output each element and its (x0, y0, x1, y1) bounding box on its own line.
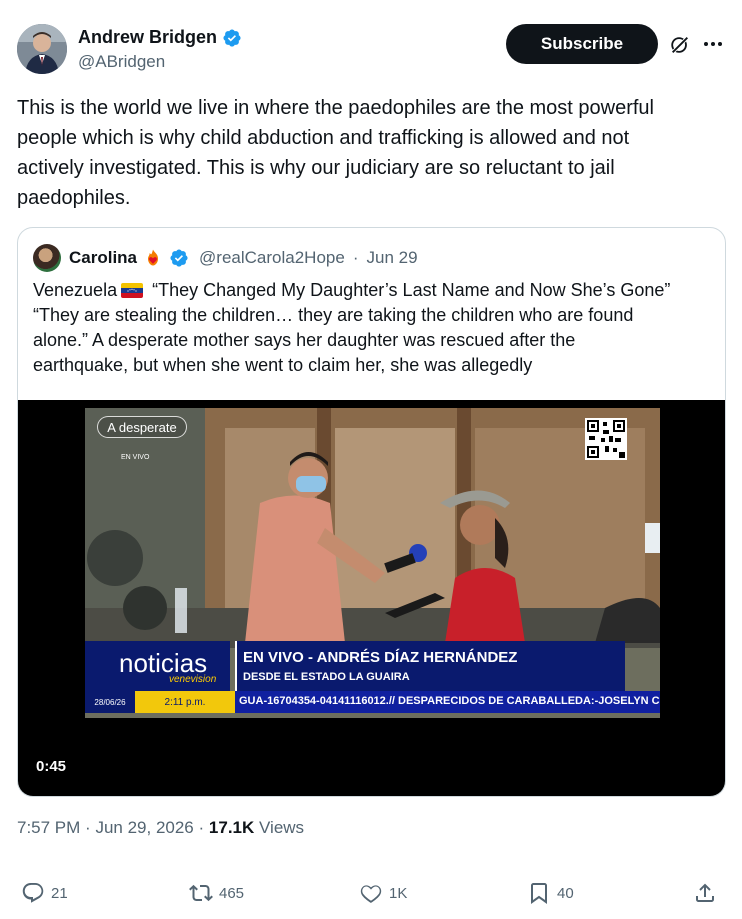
post-text-line: This is the world we live in where the p… (17, 97, 654, 119)
author-avatar[interactable] (17, 24, 67, 74)
bookmark-icon (531, 883, 547, 904)
news-banner-logo: noticias venevision (85, 641, 230, 691)
quoted-verified-badge-icon (170, 249, 188, 267)
quoted-text-line: alone.” A desperate mother says her daug… (33, 330, 576, 350)
quoted-post[interactable]: Carolina @realCarola2Hope · Jun 29 Venez… (17, 227, 726, 797)
news-banner-line1: EN VIVO - ANDRÉS DÍAZ HERNÁNDEZ (243, 649, 518, 666)
heart-icon (360, 885, 382, 903)
more-options-icon[interactable] (701, 32, 725, 56)
ticker-text: GUA-16704354-04141116012.// DESPARECIDOS… (239, 695, 660, 707)
video-player[interactable]: A desperate EN VIVO noticias venevision … (18, 400, 725, 796)
quoted-country: Venezuela (33, 280, 118, 300)
repost-count: 465 (219, 884, 245, 902)
ticker-date: 28/06/26 (85, 691, 135, 713)
quoted-headline: “They Changed My Daughter’s Last Name an… (152, 280, 671, 300)
grok-icon[interactable] (669, 34, 691, 56)
repost-button[interactable]: 465 (189, 873, 244, 913)
like-count: 1K (389, 884, 408, 902)
quoted-post-text: Venezuela “They Changed My Daughter’s La… (33, 278, 713, 378)
news-ticker: 28/06/26 2:11 p.m. GUA-16704354-04141116… (85, 691, 660, 713)
author-info: Andrew Bridgen @ABridgen (78, 27, 242, 72)
post-header: Andrew Bridgen @ABridgen Subscribe (17, 22, 725, 78)
news-banner: EN VIVO - ANDRÉS DÍAZ HERNÁNDEZ DESDE EL… (235, 641, 625, 691)
views-label: Views (259, 818, 305, 837)
qr-code-icon (585, 418, 627, 460)
quoted-date[interactable]: Jun 29 (366, 248, 417, 268)
post-date[interactable]: Jun 29, 2026 (95, 818, 193, 837)
author-handle[interactable]: @ABridgen (78, 52, 242, 72)
quoted-author-avatar[interactable] (33, 244, 61, 272)
quoted-text-line: “They are stealing the children… they ar… (33, 305, 634, 325)
news-banner-logo-sub: venevision (169, 674, 217, 685)
reply-icon (22, 883, 44, 903)
post-text: This is the world we live in where the p… (17, 93, 727, 213)
meta-separator: · (198, 818, 205, 837)
reply-count: 21 (51, 884, 68, 902)
post-text-line: people which is why child abduction and … (17, 127, 630, 149)
channel-overlay-sub: EN VIVO (121, 454, 150, 461)
video-frame[interactable]: A desperate EN VIVO noticias venevision … (85, 408, 660, 718)
bookmark-count: 40 (557, 884, 574, 902)
video-duration: 0:45 (36, 758, 67, 775)
action-bar: 21 465 1K 40 (17, 873, 727, 913)
quoted-text-line: earthquake, but when she went to claim h… (33, 355, 533, 375)
heart-on-fire-emoji-icon (148, 249, 159, 266)
bookmark-button[interactable]: 40 (527, 873, 574, 913)
quoted-text-line: Venezuela “They Changed My Daughter’s La… (33, 278, 713, 303)
post-meta: 7:57 PM · Jun 29, 2026 · 17.1K Views (17, 818, 304, 838)
subscribe-button[interactable]: Subscribe (506, 24, 658, 64)
quoted-separator: · (352, 248, 359, 267)
ticker-time: 2:11 p.m. (135, 691, 235, 713)
repost-icon (189, 884, 213, 902)
post-text-line: actively investigated. This is why our j… (17, 157, 615, 179)
news-banner-line2: DESDE EL ESTADO LA GUAIRA (243, 671, 410, 683)
views-count: 17.1K (208, 818, 255, 837)
share-icon (696, 883, 714, 902)
venezuela-flag-icon (121, 283, 144, 298)
post-text-line: paedophiles. (17, 187, 131, 209)
author-name[interactable]: Andrew Bridgen (78, 27, 217, 48)
quoted-author-name[interactable]: Carolina (69, 248, 137, 268)
meta-separator: · (85, 818, 91, 837)
quoted-post-header: Carolina @realCarola2Hope · Jun 29 (33, 244, 418, 272)
like-button[interactable]: 1K (359, 873, 407, 913)
share-button[interactable] (693, 873, 717, 913)
reply-button[interactable]: 21 (21, 873, 68, 913)
quoted-author-handle[interactable]: @realCarola2Hope (199, 248, 345, 268)
channel-overlay-logo: A desperate (97, 416, 187, 438)
verified-badge-icon (223, 28, 241, 47)
post-time[interactable]: 7:57 PM (17, 818, 80, 837)
